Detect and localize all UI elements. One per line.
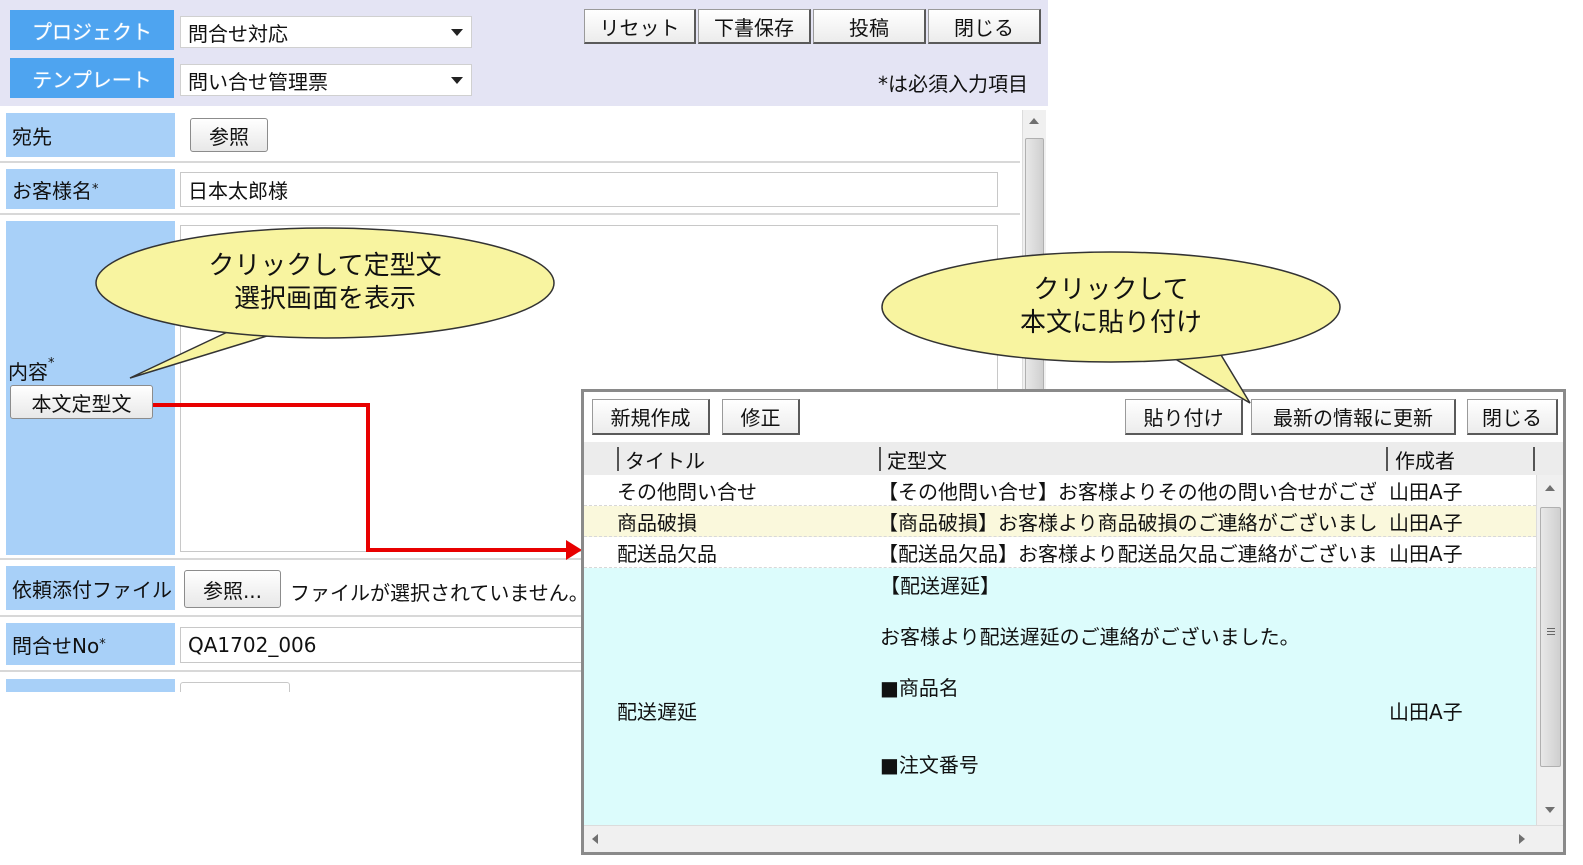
- left-callout-line: クリックして定型文: [208, 251, 442, 281]
- left-callout-text: クリックして定型文 選択画面を表示: [130, 250, 520, 316]
- left-callout-line: 選択画面を表示: [233, 284, 416, 314]
- callout-shapes: [95, 227, 1341, 404]
- right-callout-text: クリックして 本文に貼り付け: [916, 274, 1306, 340]
- right-callout-line: クリックして: [1033, 275, 1189, 305]
- right-callout-line: 本文に貼り付け: [1019, 308, 1202, 338]
